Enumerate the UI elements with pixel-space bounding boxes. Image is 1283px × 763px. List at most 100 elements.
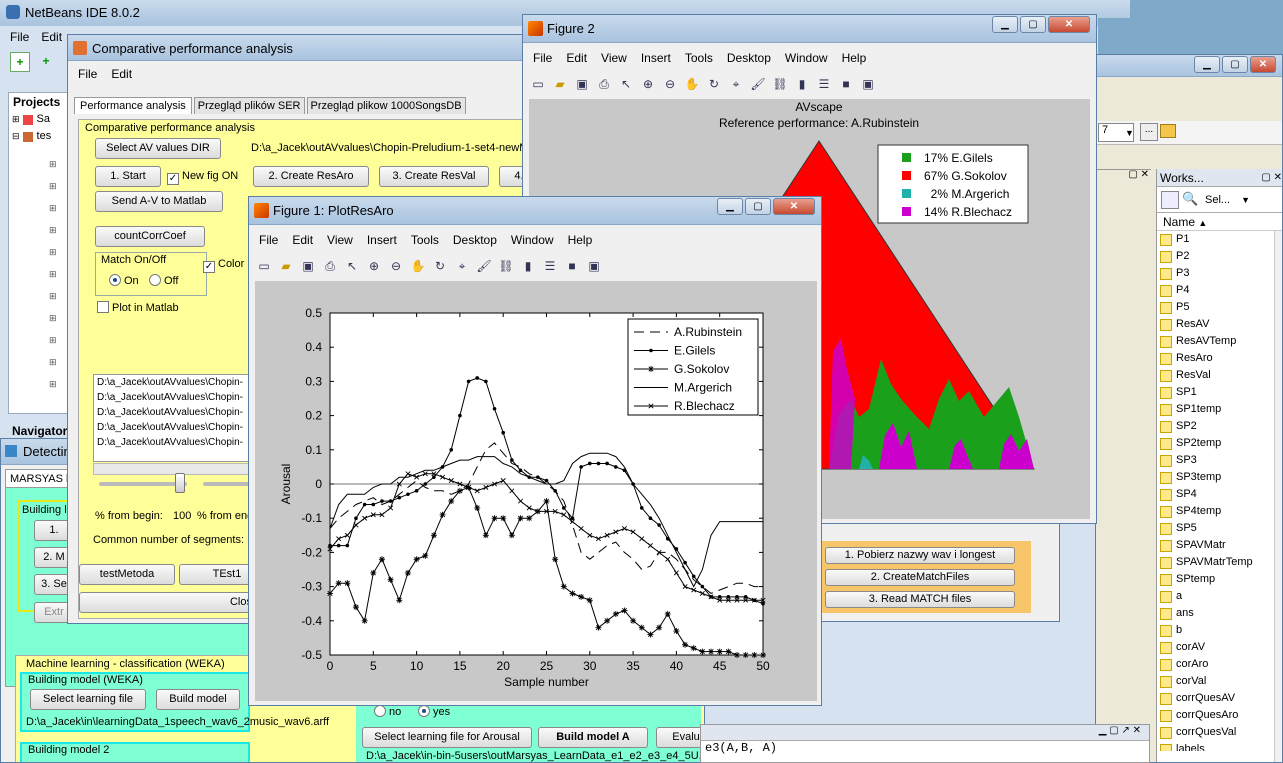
workspace-variable[interactable]: SP4 <box>1157 486 1275 503</box>
tab-przeglad-1000songs[interactable]: Przegląd plikow 1000SongsDB <box>306 97 466 114</box>
maximize-button[interactable]: ▢ <box>1020 16 1046 33</box>
link-icon[interactable]: ⛓ <box>497 257 515 275</box>
begin-slider-track[interactable] <box>99 482 187 486</box>
maximize-button[interactable]: ▢ <box>745 198 771 215</box>
read-match-files-button[interactable]: 3. Read MATCH files <box>825 591 1015 608</box>
select-av-dir-button[interactable]: Select AV values DIR <box>95 138 221 159</box>
workspace-scrollbar[interactable] <box>1274 231 1282 762</box>
workspace-variable[interactable]: corAro <box>1157 656 1275 673</box>
fig2-menu-desktop[interactable]: Desktop <box>727 51 771 65</box>
close-button[interactable]: ✕ <box>1250 56 1276 73</box>
pobierz-nazwy-button[interactable]: 1. Pobierz nazwy wav i longest <box>825 547 1015 564</box>
workspace-variable[interactable]: corrQuesVal <box>1157 724 1275 741</box>
fig1-menu-file[interactable]: File <box>259 233 278 247</box>
fig2-menu-edit[interactable]: Edit <box>566 51 587 65</box>
new-fig-checkbox[interactable]: ✓ <box>167 173 179 185</box>
workspace-variable[interactable]: ResAV <box>1157 316 1275 333</box>
open-icon[interactable]: ▰ <box>277 257 295 275</box>
legend-icon[interactable]: ☰ <box>541 257 559 275</box>
workspace-variable[interactable]: corrQuesAro <box>1157 707 1275 724</box>
fig2-menu-tools[interactable]: Tools <box>685 51 713 65</box>
new-file-icon[interactable]: + <box>10 52 30 72</box>
workspace-variable[interactable]: SP2 <box>1157 418 1275 435</box>
tab-przeglad-ser[interactable]: Przegląd plików SER <box>193 97 305 114</box>
workspace-variable[interactable]: SPAVMatr <box>1157 537 1275 554</box>
workspace-variable[interactable]: SP5 <box>1157 520 1275 537</box>
tab-performance-analysis[interactable]: Performance analysis <box>74 97 192 114</box>
select-data-button[interactable]: Sel... <box>1205 194 1230 206</box>
radio-yes[interactable] <box>418 705 430 717</box>
hide-plot-tools-icon[interactable]: ■ <box>837 75 855 93</box>
workspace-window-controls[interactable]: ▢ ✕ <box>1261 169 1282 187</box>
create-resval-button[interactable]: 3. Create ResVal <box>379 166 489 187</box>
close-button[interactable]: ✕ <box>1048 16 1090 33</box>
pan-icon[interactable]: ✋ <box>683 75 701 93</box>
select-arousal-file-button[interactable]: Select learning file for Arousal <box>362 727 532 748</box>
fig2-menu-insert[interactable]: Insert <box>641 51 671 65</box>
zoom-out-icon[interactable]: ⊖ <box>661 75 679 93</box>
zoom-in-icon[interactable]: ⊕ <box>365 257 383 275</box>
print-icon[interactable]: ⎙ <box>321 257 339 275</box>
data-cursor-icon[interactable]: ⌖ <box>727 75 745 93</box>
netbeans-menu-edit[interactable]: Edit <box>41 30 62 44</box>
rotate-icon[interactable]: ↻ <box>705 75 723 93</box>
fig1-menu-tools[interactable]: Tools <box>411 233 439 247</box>
fig1-menu-edit[interactable]: Edit <box>292 233 313 247</box>
workspace-variable[interactable]: SP2temp <box>1157 435 1275 452</box>
workspace-variable[interactable]: a <box>1157 588 1275 605</box>
workspace-variable[interactable]: SP4temp <box>1157 503 1275 520</box>
colorbar-icon[interactable]: ▮ <box>519 257 537 275</box>
project-item[interactable]: ⊞ Sa <box>9 111 67 128</box>
workspace-variable[interactable]: ResVal <box>1157 367 1275 384</box>
minimize-button[interactable]: ▁ <box>992 16 1018 33</box>
command-text[interactable]: e3(A,B, A) <box>701 741 1149 755</box>
fig1-menu-view[interactable]: View <box>327 233 353 247</box>
show-plot-tools-icon[interactable]: ▣ <box>585 257 603 275</box>
netbeans-menu-file[interactable]: File <box>10 30 29 44</box>
workspace-variable[interactable]: P4 <box>1157 282 1275 299</box>
minimize-button[interactable]: ▁ <box>1194 56 1220 73</box>
workspace-view-icon[interactable] <box>1161 190 1179 209</box>
open-icon[interactable]: ▰ <box>551 75 569 93</box>
file-list-hscrollbar[interactable] <box>93 463 249 475</box>
workspace-variable[interactable]: ans <box>1157 605 1275 622</box>
print-icon[interactable]: ⎙ <box>595 75 613 93</box>
select-data-icon[interactable]: 🔍 <box>1182 191 1202 209</box>
workspace-variable[interactable]: SPtemp <box>1157 571 1275 588</box>
plot-matlab-checkbox[interactable] <box>97 301 109 313</box>
file-list-item[interactable]: D:\a_Jacek\outAVvalues\Chopin- <box>94 435 248 450</box>
workspace-variable[interactable]: SP1temp <box>1157 401 1275 418</box>
rotate-icon[interactable]: ↻ <box>431 257 449 275</box>
fig1-menu-insert[interactable]: Insert <box>367 233 397 247</box>
brush-icon[interactable]: 🖌 <box>749 75 767 93</box>
workspace-variable[interactable]: labels <box>1157 741 1275 751</box>
end-slider-track[interactable] <box>203 482 253 486</box>
file-list-item[interactable]: D:\a_Jacek\outAVvalues\Chopin- <box>94 420 248 435</box>
workspace-variable[interactable]: SPAVMatrTemp <box>1157 554 1275 571</box>
pan-icon[interactable]: ✋ <box>409 257 427 275</box>
new-project-icon[interactable]: + <box>36 52 56 72</box>
pointer-icon[interactable]: ↖ <box>617 75 635 93</box>
workspace-variable[interactable]: corrQuesAV <box>1157 690 1275 707</box>
legend-icon[interactable]: ☰ <box>815 75 833 93</box>
save-icon[interactable]: ▣ <box>299 257 317 275</box>
match-off-radio[interactable] <box>149 274 161 286</box>
browse-button[interactable]: ... <box>1140 123 1158 141</box>
workspace-variable[interactable]: b <box>1157 622 1275 639</box>
fig2-menu-window[interactable]: Window <box>785 51 828 65</box>
maximize-button[interactable]: ▢ <box>1222 56 1248 73</box>
pointer-icon[interactable]: ↖ <box>343 257 361 275</box>
radio-no[interactable] <box>374 705 386 717</box>
build-model-button[interactable]: Build model <box>156 689 240 710</box>
file-list-item[interactable]: D:\a_Jacek\outAVvalues\Chopin- <box>94 405 248 420</box>
test-metoda-button[interactable]: testMetoda <box>79 564 175 585</box>
minimize-button[interactable]: ▁ <box>717 198 743 215</box>
workspace-variable[interactable]: P2 <box>1157 248 1275 265</box>
link-icon[interactable]: ⛓ <box>771 75 789 93</box>
fig2-menu-view[interactable]: View <box>601 51 627 65</box>
cpa-menu-edit[interactable]: Edit <box>111 67 132 81</box>
evaluate-button[interactable]: Evalu <box>656 727 704 748</box>
project-item[interactable]: ⊟ tes <box>9 128 67 145</box>
workspace-variable[interactable]: P1 <box>1157 231 1275 248</box>
workspace-variable[interactable]: corAV <box>1157 639 1275 656</box>
